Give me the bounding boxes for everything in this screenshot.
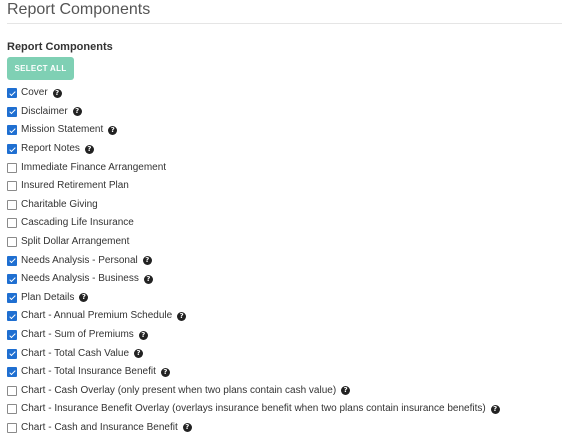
component-checkbox[interactable] [7, 125, 17, 136]
component-item: Cover? [7, 84, 500, 103]
component-label[interactable]: Chart - Annual Premium Schedule [21, 310, 172, 322]
component-label[interactable]: Chart - Total Insurance Benefit [21, 366, 156, 378]
question-circle-icon[interactable]: ? [52, 88, 62, 98]
title-divider [7, 23, 562, 24]
component-item: Plan Details? [7, 289, 500, 308]
component-checkbox[interactable] [7, 218, 17, 229]
component-checkbox[interactable] [7, 255, 17, 266]
component-label[interactable]: Cascading Life Insurance [21, 217, 134, 229]
component-label[interactable]: Chart - Cash Overlay (only present when … [21, 385, 336, 397]
component-checkbox[interactable] [7, 311, 17, 322]
question-circle-icon[interactable]: ? [177, 311, 187, 321]
component-label[interactable]: Cover [21, 87, 48, 99]
component-item: Report Notes? [7, 140, 500, 159]
section-label: Report Components [7, 41, 113, 53]
component-label[interactable]: Plan Details [21, 292, 74, 304]
component-label[interactable]: Chart - Total Cash Value [21, 348, 129, 360]
question-circle-icon[interactable]: ? [341, 386, 351, 396]
component-checkbox[interactable] [7, 385, 17, 396]
component-checkbox[interactable] [7, 88, 17, 99]
component-item: Charitable Giving [7, 196, 500, 215]
component-checkbox[interactable] [7, 199, 17, 210]
page-title: Report Components [7, 1, 151, 18]
report-components-list: Cover? Disclaimer? Mission Statement? Repor… [7, 84, 500, 437]
question-circle-icon[interactable]: ? [160, 367, 170, 377]
component-checkbox[interactable] [7, 106, 17, 117]
question-circle-icon[interactable]: ? [72, 107, 82, 117]
component-label[interactable]: Chart - Cash and Insurance Benefit [21, 422, 178, 434]
component-label[interactable]: Mission Statement [21, 124, 103, 136]
component-checkbox[interactable] [7, 422, 17, 433]
component-item: Cascading Life Insurance [7, 214, 500, 233]
component-label[interactable]: Charitable Giving [21, 199, 98, 211]
select-all-button[interactable]: SELECT ALL [7, 57, 74, 80]
component-item: Needs Analysis - Business? [7, 270, 500, 289]
component-checkbox[interactable] [7, 367, 17, 378]
component-checkbox[interactable] [7, 404, 17, 415]
component-label[interactable]: Needs Analysis - Personal [21, 255, 138, 267]
component-item: Mission Statement? [7, 121, 500, 140]
component-checkbox[interactable] [7, 162, 17, 173]
component-label[interactable]: Insured Retirement Plan [21, 180, 129, 192]
question-circle-icon[interactable]: ? [143, 274, 153, 284]
question-circle-icon[interactable]: ? [134, 349, 144, 359]
component-label[interactable]: Chart - Insurance Benefit Overlay (overl… [21, 403, 486, 415]
question-circle-icon[interactable]: ? [182, 423, 192, 433]
component-item: Chart - Cash and Insurance Benefit? [7, 419, 500, 438]
component-item: Split Dollar Arrangement [7, 233, 500, 252]
component-checkbox[interactable] [7, 181, 17, 192]
component-checkbox[interactable] [7, 330, 17, 341]
component-item: Chart - Insurance Benefit Overlay (overl… [7, 400, 500, 419]
component-checkbox[interactable] [7, 144, 17, 155]
question-circle-icon[interactable]: ? [79, 293, 89, 303]
question-circle-icon[interactable]: ? [142, 256, 152, 266]
component-label[interactable]: Report Notes [21, 143, 80, 155]
question-circle-icon[interactable]: ? [108, 125, 118, 135]
component-label[interactable]: Needs Analysis - Business [21, 273, 139, 285]
component-item: Chart - Sum of Premiums? [7, 326, 500, 345]
component-label[interactable]: Chart - Sum of Premiums [21, 329, 134, 341]
component-label[interactable]: Split Dollar Arrangement [21, 236, 129, 248]
component-checkbox[interactable] [7, 292, 17, 303]
component-item: Insured Retirement Plan [7, 177, 500, 196]
question-circle-icon[interactable]: ? [490, 404, 500, 414]
component-item: Chart - Total Cash Value? [7, 344, 500, 363]
question-circle-icon[interactable]: ? [138, 330, 148, 340]
component-item: Chart - Cash Overlay (only present when … [7, 382, 500, 401]
question-circle-icon[interactable]: ? [84, 144, 94, 154]
component-checkbox[interactable] [7, 237, 17, 248]
component-item: Immediate Finance Arrangement [7, 158, 500, 177]
component-item: Chart - Annual Premium Schedule? [7, 307, 500, 326]
component-checkbox[interactable] [7, 348, 17, 359]
component-item: Chart - Total Insurance Benefit? [7, 363, 500, 382]
component-label[interactable]: Disclaimer [21, 106, 68, 118]
component-checkbox[interactable] [7, 274, 17, 285]
component-item: Disclaimer? [7, 103, 500, 122]
component-item: Needs Analysis - Personal? [7, 251, 500, 270]
component-label[interactable]: Immediate Finance Arrangement [21, 162, 166, 174]
